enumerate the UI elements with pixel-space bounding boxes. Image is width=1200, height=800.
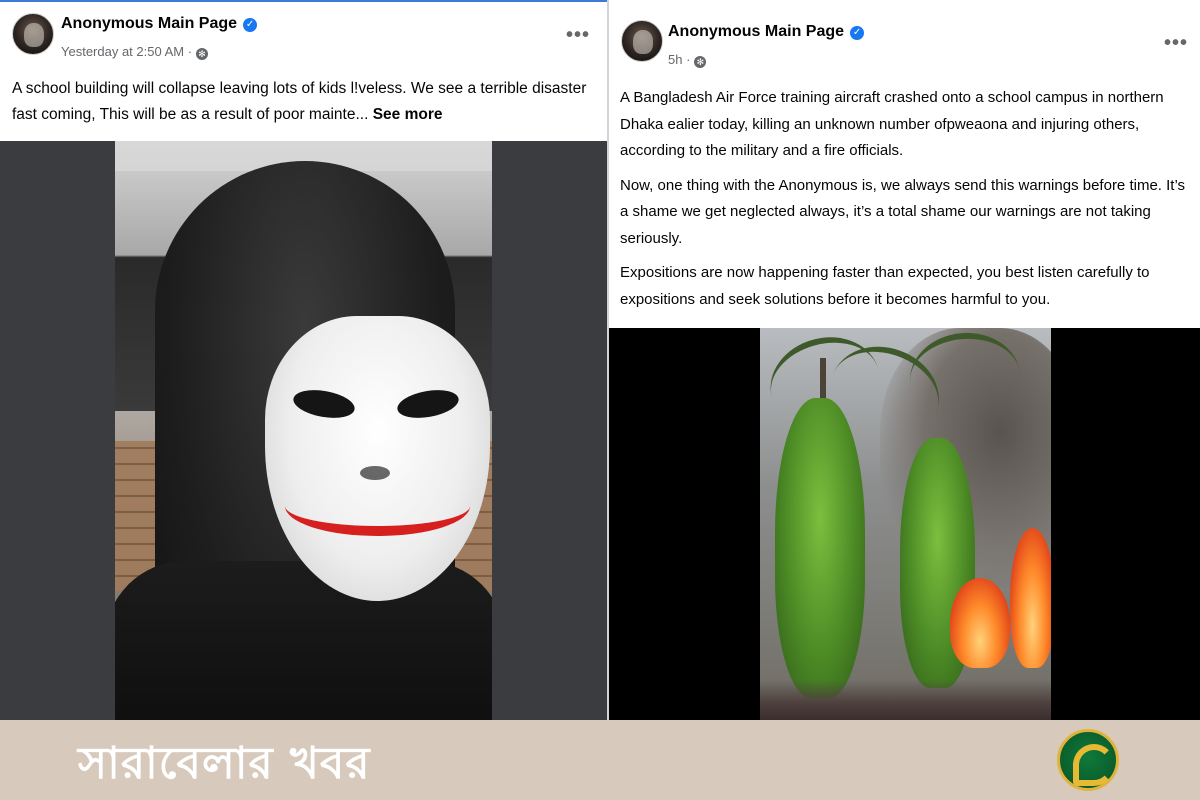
right-post-card: Anonymous Main Page ✓ 5h · ✻ ••• A Banglad… xyxy=(609,0,1200,720)
post-paragraph: A Bangladesh Air Force training aircraft… xyxy=(620,89,1164,159)
right-post-header: Anonymous Main Page ✓ 5h · ✻ ••• xyxy=(609,0,1200,70)
verified-badge-icon: ✓ xyxy=(850,26,865,40)
post-timestamp[interactable]: Yesterday at 2:50 AM xyxy=(61,44,184,59)
see-more-link[interactable]: See more xyxy=(373,106,443,123)
footer-bar: সারাবেলার খবর xyxy=(0,720,1200,800)
post-text: A school building will collapse leaving … xyxy=(12,80,587,123)
post-media[interactable] xyxy=(609,328,1200,720)
verified-badge-icon: ✓ xyxy=(243,18,258,32)
crash-scene-photo[interactable] xyxy=(760,328,1051,720)
post-meta: Yesterday at 2:50 AM · ✻ xyxy=(61,44,209,60)
left-post-card: Anonymous Main Page ✓ Yesterday at 2:50 A… xyxy=(0,0,607,720)
brand-logo-icon xyxy=(1057,729,1119,791)
mask-red-smile xyxy=(285,476,470,536)
fire-flames xyxy=(1010,528,1051,668)
left-post-header: Anonymous Main Page ✓ Yesterday at 2:50 A… xyxy=(0,2,607,72)
post-media[interactable] xyxy=(0,141,607,720)
more-options-icon[interactable]: ••• xyxy=(566,24,590,47)
page-name-text[interactable]: Anonymous Main Page xyxy=(668,23,844,40)
settings-privacy-icon[interactable]: ✻ xyxy=(196,48,209,60)
mask-eye-left xyxy=(291,385,357,423)
page-avatar[interactable] xyxy=(621,20,663,62)
post-paragraph: Now, one thing with the Anonymous is, we… xyxy=(620,176,1186,247)
brand-wordmark: সারাবেলার খবর xyxy=(78,738,371,789)
post-body: A school building will collapse leaving … xyxy=(12,76,597,128)
post-meta: 5h · ✻ xyxy=(668,52,707,68)
page-avatar[interactable] xyxy=(12,13,54,55)
masked-person-photo[interactable] xyxy=(115,141,492,720)
mask-eye-right xyxy=(395,385,461,423)
more-options-icon[interactable]: ••• xyxy=(1164,32,1188,55)
fire-flames xyxy=(950,578,1010,668)
post-timestamp[interactable]: 5h xyxy=(668,52,682,67)
green-tree xyxy=(775,398,865,698)
crowd xyxy=(760,680,1051,720)
jacket xyxy=(115,561,492,720)
post-paragraph: Expositions are now happening faster tha… xyxy=(620,264,1150,308)
page-name-link[interactable]: Anonymous Main Page ✓ xyxy=(668,23,865,41)
page-name-text[interactable]: Anonymous Main Page xyxy=(61,15,237,32)
settings-privacy-icon[interactable]: ✻ xyxy=(694,56,707,68)
post-body: A Bangladesh Air Force training aircraft… xyxy=(620,85,1192,321)
page-name-link[interactable]: Anonymous Main Page ✓ xyxy=(61,15,258,33)
